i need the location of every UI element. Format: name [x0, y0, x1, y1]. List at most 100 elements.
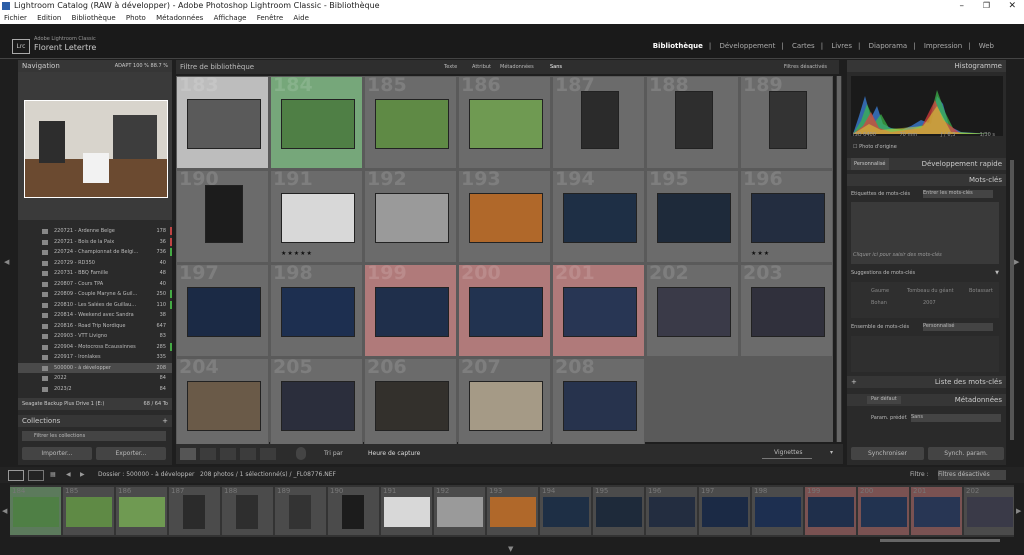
forward-icon[interactable]: ▶	[80, 467, 85, 483]
filmstrip-cell[interactable]: 192	[434, 487, 486, 535]
folder-item[interactable]: 220724 - Championnat de Belgi... 736	[18, 247, 172, 258]
filmstrip-cell[interactable]: 186	[116, 487, 168, 535]
metadata-mode-dropdown[interactable]: Par défaut	[867, 396, 901, 404]
photo-thumbnail[interactable]	[469, 381, 543, 431]
photo-thumbnail[interactable]	[187, 99, 261, 149]
grid-cell[interactable]: 187	[552, 76, 645, 169]
grid-cell[interactable]: 208	[552, 358, 645, 451]
filter-tab-attribute[interactable]: Attribut	[472, 60, 491, 74]
filmstrip-thumbnail[interactable]	[183, 495, 205, 529]
volume-bar[interactable]: Seagate Backup Plus Drive 1 (E:) 68 / 64…	[18, 398, 172, 410]
photo-thumbnail[interactable]	[751, 287, 825, 337]
back-icon[interactable]: ◀	[66, 467, 71, 483]
sort-dropdown[interactable]: Heure de capture	[368, 450, 420, 457]
module-bibliotheque[interactable]: Bibliothèque	[653, 42, 703, 50]
filter-tab-text[interactable]: Texte	[444, 60, 457, 74]
filmstrip-filter-dropdown[interactable]: Filtres désactivés	[938, 470, 1006, 480]
menu-aide[interactable]: Aide	[293, 14, 308, 22]
filmstrip-cell[interactable]: 185	[63, 487, 115, 535]
filmstrip-cell[interactable]: 201	[911, 487, 963, 535]
suggestion-2[interactable]: Tombeau du géant	[907, 288, 954, 294]
filmstrip-thumbnail[interactable]	[342, 495, 364, 529]
filmstrip-thumbnail[interactable]	[13, 497, 59, 527]
photo-thumbnail[interactable]	[205, 185, 243, 243]
menu-fichier[interactable]: Fichier	[4, 14, 27, 22]
filmstrip-thumbnail[interactable]	[967, 497, 1013, 527]
metadata-preset-dropdown[interactable]: Sans	[911, 414, 1001, 422]
filter-status[interactable]: Filtres désactivés	[784, 60, 827, 74]
filmstrip-thumbnail[interactable]	[437, 497, 483, 527]
grid-cell[interactable]: 192	[364, 170, 457, 263]
compare-view-icon[interactable]	[220, 448, 236, 460]
add-keyword-icon[interactable]: +	[851, 376, 857, 388]
grid-cell[interactable]: 188	[646, 76, 739, 169]
filmstrip-thumbnail[interactable]	[861, 497, 907, 527]
thumb-size-slider[interactable]	[762, 458, 812, 459]
grid-cell[interactable]: 193	[458, 170, 551, 263]
grid-cell[interactable]: 195	[646, 170, 739, 263]
filmstrip-cell[interactable]: 202	[964, 487, 1014, 535]
grid-cell[interactable]: 199	[364, 264, 457, 357]
photo-thumbnail[interactable]	[469, 99, 543, 149]
keyword-set-dropdown[interactable]: Personnalisé	[923, 323, 993, 331]
photo-thumbnail[interactable]	[657, 193, 731, 243]
suggestion-3[interactable]: Botassart	[969, 288, 993, 294]
photo-thumbnail[interactable]	[563, 287, 637, 337]
folder-item[interactable]: 220721 - Bois de la Paix 36	[18, 237, 172, 248]
folder-item[interactable]: 220721 - Ardenne Belge 178	[18, 226, 172, 237]
filmstrip-toggle-icon[interactable]: ▼	[508, 545, 513, 553]
keyword-list-header[interactable]: + Liste des mots-clés	[847, 376, 1006, 388]
folder-item[interactable]: 220809 - Couple Maryne & Guil... 250	[18, 289, 172, 300]
grid-cell[interactable]: 197	[176, 264, 269, 357]
module-web[interactable]: Web	[979, 42, 994, 50]
filmstrip-thumbnail[interactable]	[596, 497, 642, 527]
filter-tab-none[interactable]: Sans	[550, 60, 562, 74]
painter-icon[interactable]	[296, 447, 306, 460]
folder-item[interactable]: 220810 - Les Salées de Guillau... 110	[18, 300, 172, 311]
filmstrip-scrollbar[interactable]	[880, 539, 1000, 542]
quick-develop-preset[interactable]: Personnalisé	[851, 158, 889, 170]
photo-thumbnail[interactable]	[375, 193, 449, 243]
photo-thumbnail[interactable]	[375, 381, 449, 431]
filmstrip-cell[interactable]: 199	[805, 487, 857, 535]
folder-item[interactable]: 220814 - Weekend avec Sandra 38	[18, 310, 172, 321]
folder-item[interactable]: 220917 - Ironlakes 335	[18, 352, 172, 363]
filmstrip-thumbnail[interactable]	[649, 497, 695, 527]
folder-item[interactable]: 220904 - Motocross Ecaussinnes 285	[18, 342, 172, 353]
folder-item[interactable]: 220903 - VTT Livigno 83	[18, 331, 172, 342]
people-view-icon[interactable]	[260, 448, 276, 460]
toolbar-menu-icon[interactable]: ▾	[830, 449, 833, 456]
rating-stars[interactable]: ★★★	[751, 250, 770, 257]
grid-cell[interactable]: 191 ★★★★★	[270, 170, 363, 263]
filmstrip-cell[interactable]: 188	[222, 487, 274, 535]
filmstrip-cell[interactable]: 184	[10, 487, 62, 535]
photo-thumbnail[interactable]	[751, 193, 825, 243]
photo-thumbnail[interactable]	[187, 381, 261, 431]
module-impression[interactable]: Impression	[924, 42, 962, 50]
filmstrip-cell[interactable]: 193	[487, 487, 539, 535]
navigator-preview[interactable]	[18, 72, 172, 220]
photo-thumbnail[interactable]	[281, 287, 355, 337]
folder-item[interactable]: 2022 84	[18, 373, 172, 384]
maximize-icon[interactable]: ❐	[983, 0, 990, 12]
grid-cell[interactable]: 183	[176, 76, 269, 169]
suggestion-1[interactable]: Gaume	[871, 288, 889, 294]
filmstrip-cell[interactable]: 195	[593, 487, 645, 535]
right-panel-toggle-icon[interactable]: ▶	[1014, 258, 1019, 266]
minimize-icon[interactable]: –	[960, 0, 965, 12]
zoom-887[interactable]: 88.7 %	[151, 63, 168, 69]
filmstrip-left-icon[interactable]: ◀	[2, 507, 7, 515]
folder-item[interactable]: 220729 - RD350 40	[18, 258, 172, 269]
export-button[interactable]: Exporter...	[96, 447, 166, 460]
module-developpement[interactable]: Développement	[719, 42, 775, 50]
photo-thumbnail[interactable]	[281, 381, 355, 431]
filmstrip-cell[interactable]: 191	[381, 487, 433, 535]
filter-tab-metadata[interactable]: Métadonnées	[500, 60, 534, 74]
photo-thumbnail[interactable]	[469, 193, 543, 243]
filmstrip-thumbnail[interactable]	[914, 497, 960, 527]
histogram-header[interactable]: Histogramme	[847, 60, 1006, 72]
right-panel-scrollbar[interactable]	[1010, 160, 1014, 440]
screen2-icon[interactable]	[28, 470, 44, 481]
add-collection-icon[interactable]: +	[162, 415, 168, 427]
grid-cell[interactable]: 189	[740, 76, 833, 169]
